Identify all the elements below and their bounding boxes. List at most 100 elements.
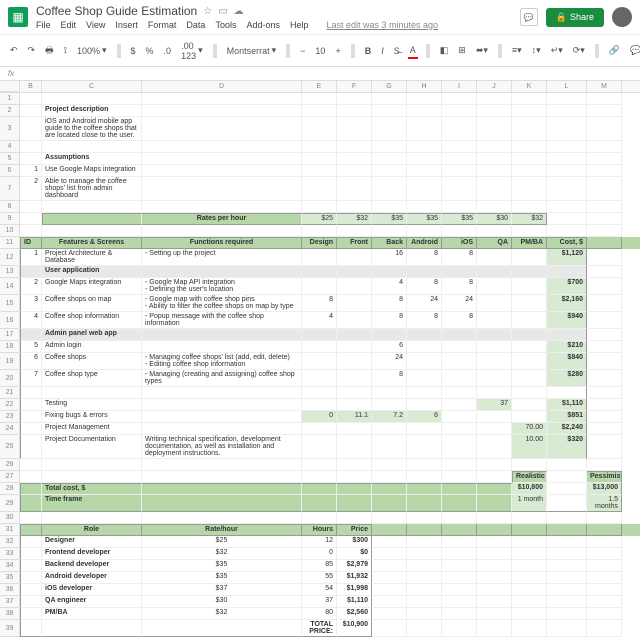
- cell[interactable]: [442, 387, 477, 399]
- cell[interactable]: $10,900: [337, 620, 372, 637]
- cell[interactable]: [372, 572, 407, 584]
- cell[interactable]: [372, 548, 407, 560]
- cell[interactable]: [442, 177, 477, 201]
- cell[interactable]: [337, 353, 372, 370]
- col-header[interactable]: G: [372, 81, 407, 92]
- cell[interactable]: [302, 93, 337, 105]
- cell[interactable]: 7.2: [372, 411, 407, 423]
- cell[interactable]: [302, 105, 337, 117]
- row-header[interactable]: 14: [0, 278, 20, 295]
- cell[interactable]: [302, 399, 337, 411]
- cell[interactable]: [407, 560, 442, 572]
- cell[interactable]: [372, 596, 407, 608]
- cell[interactable]: [547, 596, 587, 608]
- cell[interactable]: [20, 483, 42, 495]
- cell[interactable]: 24: [442, 295, 477, 312]
- cell[interactable]: [477, 177, 512, 201]
- cell[interactable]: [42, 387, 142, 399]
- cell[interactable]: [20, 584, 42, 596]
- cell[interactable]: [547, 584, 587, 596]
- cell[interactable]: [442, 399, 477, 411]
- cell[interactable]: [547, 572, 587, 584]
- cell[interactable]: [512, 329, 547, 341]
- cell[interactable]: [42, 620, 142, 637]
- cell[interactable]: [20, 141, 42, 153]
- cell[interactable]: [512, 560, 547, 572]
- cell[interactable]: [512, 105, 547, 117]
- cell[interactable]: [337, 512, 372, 524]
- cell[interactable]: Coffee shops: [42, 353, 142, 370]
- cell[interactable]: [142, 411, 302, 423]
- cell[interactable]: Project Architecture & Database: [42, 249, 142, 266]
- cell[interactable]: [337, 295, 372, 312]
- cell[interactable]: 2: [20, 278, 42, 295]
- cell[interactable]: [337, 387, 372, 399]
- cell[interactable]: [547, 536, 587, 548]
- cell[interactable]: [20, 459, 42, 471]
- row-header[interactable]: 17: [0, 329, 20, 341]
- cell[interactable]: [337, 370, 372, 387]
- cell[interactable]: [20, 524, 42, 536]
- cell[interactable]: - Google Map API integration- Defining t…: [142, 278, 302, 295]
- cell[interactable]: $2,160: [547, 295, 587, 312]
- cell[interactable]: [337, 483, 372, 495]
- cell[interactable]: [407, 459, 442, 471]
- cell[interactable]: Role: [42, 524, 142, 536]
- cell[interactable]: [407, 266, 442, 278]
- cell[interactable]: [587, 312, 622, 329]
- fontsize[interactable]: 10: [313, 44, 327, 58]
- row-header[interactable]: 1: [0, 93, 20, 105]
- col-header[interactable]: H: [407, 81, 442, 92]
- cell[interactable]: [407, 524, 442, 536]
- cell[interactable]: 37: [477, 399, 512, 411]
- cell[interactable]: [337, 435, 372, 459]
- cell[interactable]: Admin panel web app: [42, 329, 142, 341]
- cell[interactable]: [337, 399, 372, 411]
- cell[interactable]: [587, 411, 622, 423]
- cell[interactable]: [477, 512, 512, 524]
- cell[interactable]: [587, 423, 622, 435]
- col-header[interactable]: E: [302, 81, 337, 92]
- col-header[interactable]: K: [512, 81, 547, 92]
- cell[interactable]: [142, 329, 302, 341]
- cell[interactable]: PM/BA: [42, 608, 142, 620]
- cell[interactable]: Android developer: [42, 572, 142, 584]
- cell[interactable]: 1: [20, 249, 42, 266]
- cell[interactable]: [547, 105, 587, 117]
- cell[interactable]: $30: [477, 213, 512, 225]
- cell[interactable]: 70.00: [512, 423, 547, 435]
- cell[interactable]: Coffee shop information: [42, 312, 142, 329]
- cell[interactable]: [587, 177, 622, 201]
- cell[interactable]: 6: [407, 411, 442, 423]
- cell[interactable]: Pessimistic: [587, 471, 622, 483]
- cell[interactable]: [407, 165, 442, 177]
- cell[interactable]: [142, 459, 302, 471]
- cell[interactable]: $37: [142, 584, 302, 596]
- cell[interactable]: 54: [302, 584, 337, 596]
- cell[interactable]: [407, 117, 442, 141]
- cell[interactable]: [20, 387, 42, 399]
- row-header[interactable]: 21: [0, 387, 20, 399]
- cell[interactable]: [337, 459, 372, 471]
- menu-data[interactable]: Data: [186, 20, 205, 30]
- cell[interactable]: [337, 278, 372, 295]
- cell[interactable]: [442, 353, 477, 370]
- cell[interactable]: Writing technical specification, develop…: [142, 435, 302, 459]
- cell[interactable]: $1,932: [337, 572, 372, 584]
- cell[interactable]: [587, 560, 622, 572]
- row-header[interactable]: 38: [0, 608, 20, 620]
- cell[interactable]: [337, 177, 372, 201]
- cell[interactable]: [142, 165, 302, 177]
- cell[interactable]: [407, 584, 442, 596]
- cell[interactable]: [512, 117, 547, 141]
- cell[interactable]: [337, 165, 372, 177]
- cell[interactable]: [442, 341, 477, 353]
- cell[interactable]: [142, 93, 302, 105]
- cell[interactable]: $35: [407, 213, 442, 225]
- cell[interactable]: Hours: [302, 524, 337, 536]
- zoom-select[interactable]: 100% ▾: [75, 43, 109, 58]
- cell[interactable]: [20, 213, 42, 225]
- cell[interactable]: [512, 177, 547, 201]
- cell[interactable]: [142, 387, 302, 399]
- cell[interactable]: [442, 483, 477, 495]
